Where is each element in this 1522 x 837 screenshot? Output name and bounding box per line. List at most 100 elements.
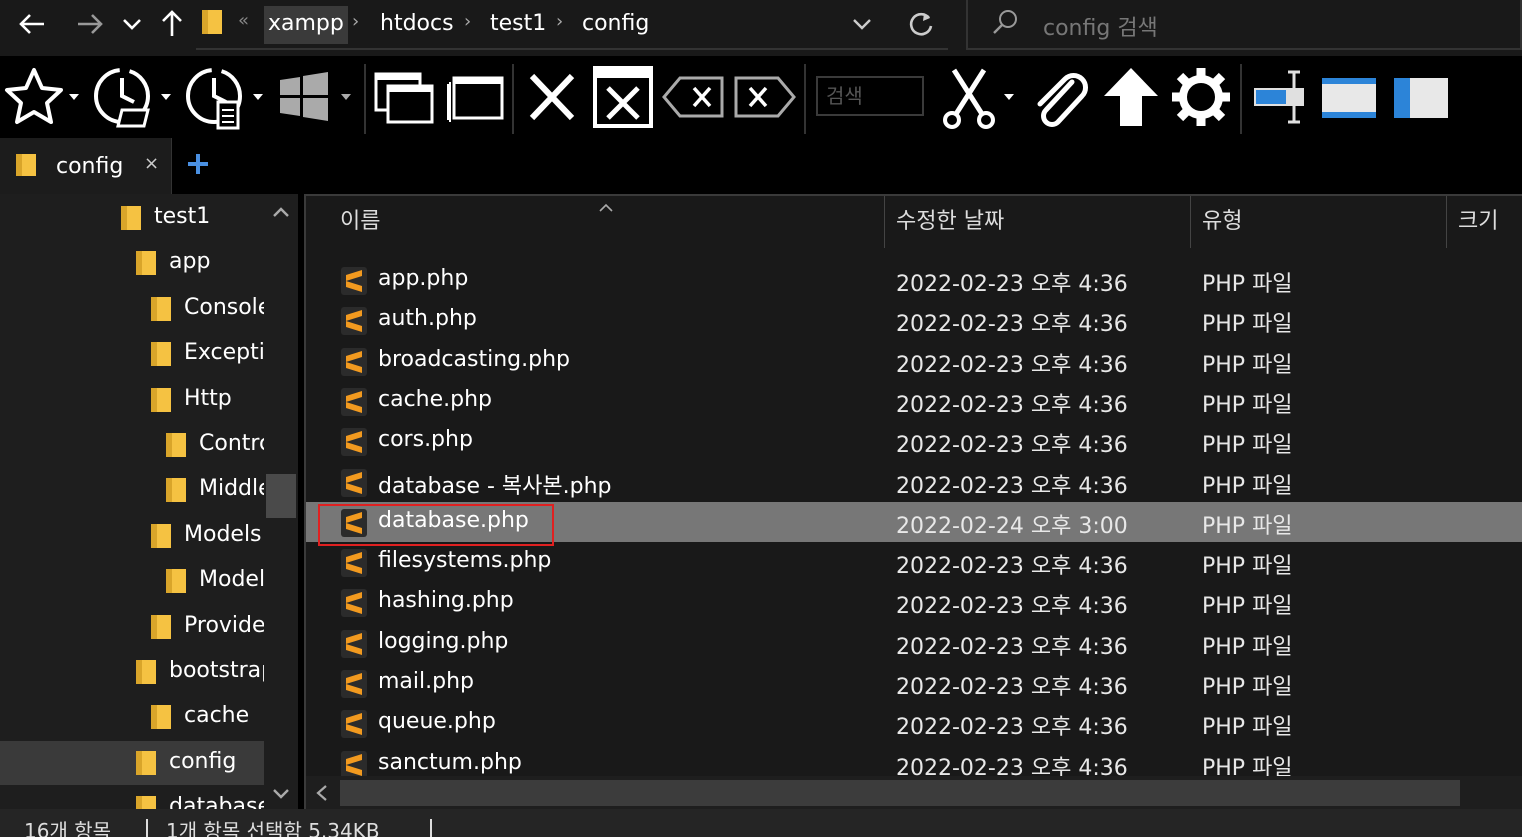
tree-item[interactable]: database	[0, 786, 264, 809]
file-type: PHP 파일	[1202, 634, 1293, 660]
column-header-size[interactable]: 크기	[1458, 196, 1498, 248]
folder-icon	[135, 250, 157, 276]
close-window-icon[interactable]	[592, 64, 654, 130]
breadcrumb-config[interactable]: config	[578, 6, 653, 44]
column-header-type[interactable]: 유형	[1202, 196, 1242, 248]
breadcrumb-separator-icon[interactable]: ›	[352, 11, 359, 32]
tree-item[interactable]: Exceptic	[0, 332, 264, 376]
horizontal-scrollbar[interactable]	[306, 776, 1522, 809]
close-tab-right-icon[interactable]	[732, 64, 796, 130]
chevron-down-icon[interactable]	[338, 64, 354, 130]
up-arrow-icon[interactable]	[1100, 64, 1162, 130]
tree-item[interactable]: bootstrap	[0, 650, 264, 694]
file-row[interactable]: cors.php 2022-02-23 오후 4:36 PHP 파일	[306, 421, 1522, 461]
chevron-down-icon[interactable]	[1000, 64, 1018, 130]
file-type: PHP 파일	[1202, 594, 1293, 620]
tree-item[interactable]: Http	[0, 378, 264, 422]
tab-close-icon[interactable]: ×	[144, 153, 159, 174]
gear-icon[interactable]	[1170, 64, 1232, 130]
sublime-file-icon	[340, 468, 368, 498]
tree-item-label: Model	[199, 567, 264, 593]
refresh-icon[interactable]	[905, 8, 937, 40]
column-header-modified[interactable]: 수정한 날짜	[896, 196, 1004, 248]
file-modified-date: 2022-02-23 오후 4:36	[896, 433, 1128, 459]
file-name: cache.php	[378, 386, 493, 412]
tree-item[interactable]: config	[0, 740, 264, 785]
tree-item[interactable]: test1	[0, 196, 264, 240]
tree-item-label: Provider	[184, 612, 264, 638]
toolbar-search-input[interactable]: 검색	[816, 76, 924, 116]
breadcrumb-test1[interactable]: test1	[486, 6, 550, 44]
chevron-down-icon[interactable]	[158, 64, 174, 130]
file-row[interactable]: auth.php 2022-02-23 오후 4:36 PHP 파일	[306, 300, 1522, 340]
pane-toggle-icon[interactable]	[1250, 64, 1308, 130]
chevron-down-icon[interactable]	[66, 64, 82, 130]
file-row[interactable]: queue.php 2022-02-23 오후 4:36 PHP 파일	[306, 703, 1522, 743]
breadcrumb-separator-icon[interactable]: ›	[556, 11, 563, 32]
file-row[interactable]: logging.php 2022-02-23 오후 4:36 PHP 파일	[306, 623, 1522, 663]
tree-item[interactable]: Console	[0, 287, 264, 331]
back-arrow-icon[interactable]	[14, 6, 50, 42]
tab-label: config	[56, 154, 124, 179]
clock-document-icon[interactable]	[184, 64, 250, 130]
single-pane-icon[interactable]	[1318, 64, 1380, 130]
scissors-icon[interactable]	[940, 64, 998, 130]
scroll-left-icon[interactable]	[314, 784, 330, 802]
clock-folder-icon[interactable]	[92, 64, 158, 130]
tree-item-label: Middle	[199, 476, 264, 502]
file-row[interactable]: cache.php 2022-02-23 오후 4:36 PHP 파일	[306, 381, 1522, 421]
column-divider[interactable]	[1190, 196, 1191, 248]
column-divider[interactable]	[884, 196, 885, 248]
breadcrumb-overflow[interactable]: «	[238, 10, 249, 31]
folder-icon	[135, 659, 157, 685]
tree-item[interactable]: Provider	[0, 605, 264, 649]
cascade-windows-icon[interactable]	[372, 64, 436, 130]
scroll-up-icon[interactable]	[270, 204, 292, 220]
tree-item[interactable]: app	[0, 241, 264, 285]
tree-item[interactable]: Model	[0, 559, 264, 603]
sublime-file-icon	[340, 266, 368, 296]
file-type: PHP 파일	[1202, 675, 1293, 700]
folder-icon	[165, 477, 187, 503]
horizontal-scrollbar-thumb[interactable]	[340, 780, 1460, 806]
column-divider[interactable]	[1446, 196, 1447, 248]
file-row[interactable]: mail.php 2022-02-23 오후 4:36 PHP 파일	[306, 663, 1522, 703]
file-row[interactable]: hashing.php 2022-02-23 오후 4:36 PHP 파일	[306, 582, 1522, 622]
tree-scrollbar-thumb[interactable]	[266, 474, 296, 518]
column-header-name[interactable]: 이름	[340, 196, 380, 248]
file-row[interactable]: database - 복사본.php 2022-02-23 오후 4:36 PHP …	[306, 462, 1522, 502]
scroll-down-icon[interactable]	[270, 786, 292, 802]
file-row[interactable]: broadcasting.php 2022-02-23 오후 4:36 PHP 파일	[306, 341, 1522, 381]
star-icon[interactable]	[2, 64, 66, 130]
close-tab-left-icon[interactable]	[662, 64, 726, 130]
tree-item[interactable]: Contrc	[0, 423, 264, 467]
toolbar-divider	[512, 64, 514, 134]
file-row[interactable]: filesystems.php 2022-02-23 오후 4:36 PHP 파일	[306, 542, 1522, 582]
forward-arrow-icon[interactable]	[72, 6, 108, 42]
tree-item[interactable]: Middle	[0, 468, 264, 512]
toolbar: 검색	[0, 56, 1522, 138]
status-selection: 1개 항목 선택함 5.34KB	[166, 819, 380, 837]
close-x-icon[interactable]	[524, 64, 580, 130]
window-icon[interactable]	[444, 64, 506, 130]
up-level-arrow-icon[interactable]	[154, 6, 190, 42]
sublime-file-icon	[340, 588, 368, 618]
file-row[interactable]: app.php 2022-02-23 오후 4:36 PHP 파일	[306, 260, 1522, 300]
breadcrumb-separator-icon[interactable]: ›	[464, 11, 471, 32]
windows-icon[interactable]	[276, 64, 332, 130]
tree-item-label: cache	[184, 703, 250, 729]
tree-item[interactable]: Models	[0, 514, 264, 558]
dual-pane-icon[interactable]	[1390, 64, 1452, 130]
tab-config[interactable]: config ×	[0, 138, 172, 194]
folder-icon	[200, 8, 224, 36]
new-tab-plus-icon[interactable]	[184, 146, 212, 182]
recent-dropdown-icon[interactable]	[118, 6, 146, 42]
tree-item[interactable]: cache	[0, 695, 264, 739]
chevron-down-icon[interactable]	[250, 64, 266, 130]
tab-bar: config ×	[0, 138, 1522, 194]
breadcrumb-xampp[interactable]: xampp	[264, 6, 348, 44]
breadcrumb-htdocs[interactable]: htdocs	[376, 6, 458, 44]
address-dropdown-icon[interactable]	[848, 10, 876, 38]
paperclip-icon[interactable]	[1028, 64, 1090, 130]
file-modified-date: 2022-02-23 오후 4:36	[896, 554, 1128, 580]
